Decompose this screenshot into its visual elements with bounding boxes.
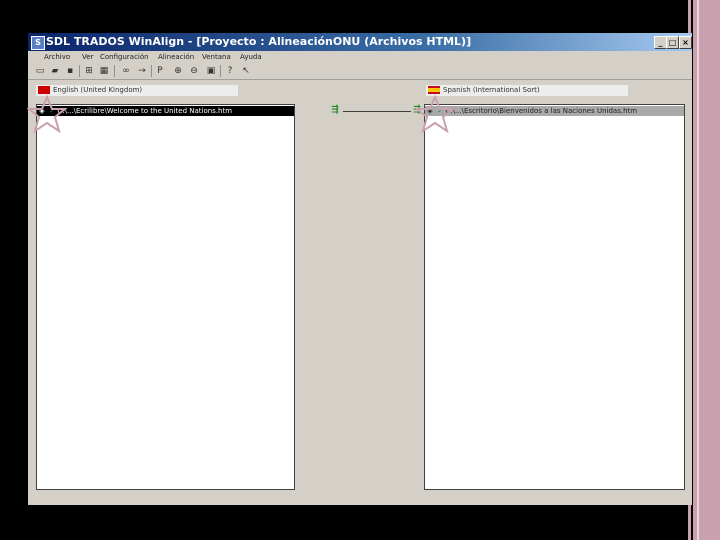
tree-icon[interactable]: ⊞: [83, 65, 95, 77]
target-file-panel[interactable]: ◈ ✓ C:\...\Escritorio\Bienvenidos a las …: [424, 104, 685, 490]
help-context-icon[interactable]: ↖: [240, 65, 252, 77]
zoom-out-icon[interactable]: ⊖: [188, 65, 200, 77]
decor-stripe-highlight: [697, 0, 699, 540]
binoculars-icon[interactable]: ∞: [120, 65, 132, 77]
menu-bar: Archivo Ver Configuración Alineación Ven…: [28, 51, 692, 63]
maximize-button[interactable]: □: [666, 36, 679, 49]
menu-ver[interactable]: Ver: [82, 51, 93, 63]
toolbar-separator: [79, 65, 80, 77]
save-icon[interactable]: ▪: [64, 65, 76, 77]
title-bar[interactable]: S SDL TRADOS WinAlign - [Proyecto : Alin…: [28, 33, 692, 51]
source-language-label: English (United Kingdom): [53, 86, 143, 94]
arrow-icon[interactable]: →: [136, 65, 148, 77]
open-icon[interactable]: ▰: [49, 65, 61, 77]
source-file-row[interactable]: ◈ ✓ C:\...\Ecrilibre\Welcome to the Unit…: [37, 106, 294, 116]
menu-ventana[interactable]: Ventana: [202, 51, 231, 63]
toolbar-separator: [114, 65, 115, 77]
annotation-star-icon: [415, 95, 455, 134]
p-icon[interactable]: P: [154, 65, 166, 77]
menu-alineacion[interactable]: Alineación: [158, 51, 194, 63]
target-language-header: Spanish (International Sort): [426, 85, 628, 96]
zoom-in-icon[interactable]: ⊕: [172, 65, 184, 77]
alignment-workspace: English (United Kingdom) Spanish (Intern…: [32, 81, 688, 497]
spain-flag-icon: [428, 86, 440, 94]
annotation-star-icon: [27, 95, 67, 134]
winalign-window: S SDL TRADOS WinAlign - [Proyecto : Alin…: [28, 33, 692, 505]
menu-ayuda[interactable]: Ayuda: [240, 51, 262, 63]
close-button[interactable]: ×: [679, 36, 692, 49]
window-title: SDL TRADOS WinAlign - [Proyecto : Alinea…: [46, 35, 472, 48]
target-file-path: C:\...\Escritorio\Bienvenidos a las Naci…: [445, 107, 638, 115]
toolbar: ▭ ▰ ▪ ⊞ ▦ ∞ → P ⊕ ⊖ ▣ ? ↖: [28, 63, 692, 80]
source-link-icon[interactable]: ⇶: [329, 105, 341, 115]
toolbar-separator: [220, 65, 221, 77]
properties-icon[interactable]: ▦: [98, 65, 110, 77]
fit-icon[interactable]: ▣: [205, 65, 217, 77]
menu-configuracion[interactable]: Configuración: [100, 51, 149, 63]
help-icon[interactable]: ?: [224, 65, 236, 77]
app-icon[interactable]: S: [31, 36, 45, 50]
target-file-row[interactable]: ◈ ✓ C:\...\Escritorio\Bienvenidos a las …: [425, 106, 684, 116]
file-link-line[interactable]: [343, 111, 411, 112]
new-icon[interactable]: ▭: [34, 65, 46, 77]
uk-flag-icon: [38, 86, 50, 94]
target-language-label: Spanish (International Sort): [443, 86, 540, 94]
menu-archivo[interactable]: Archivo: [44, 51, 70, 63]
toolbar-separator: [151, 65, 152, 77]
source-file-panel[interactable]: ◈ ✓ C:\...\Ecrilibre\Welcome to the Unit…: [36, 104, 295, 490]
source-file-path: C:\...\Ecrilibre\Welcome to the United N…: [57, 107, 233, 115]
